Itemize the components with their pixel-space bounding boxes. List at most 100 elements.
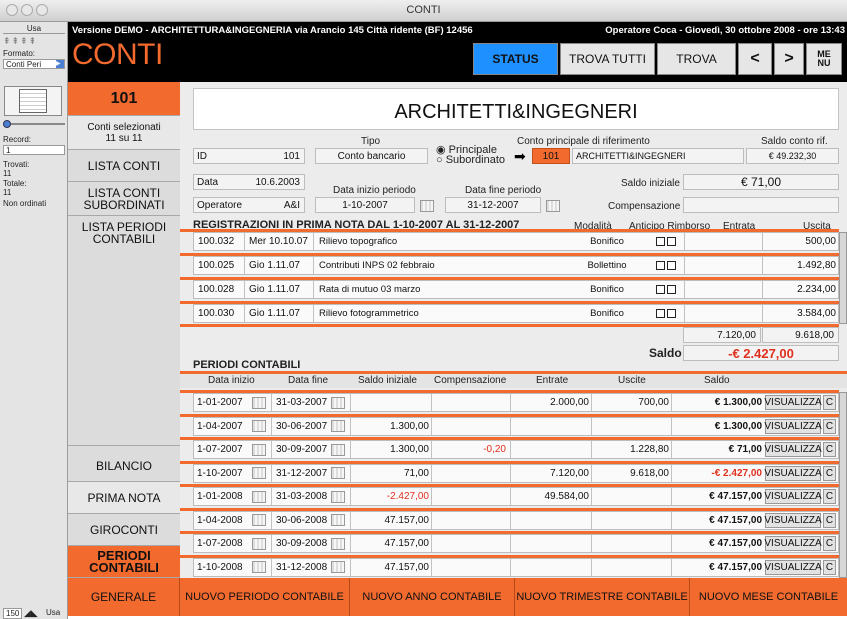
anticipo-checkbox[interactable] (656, 285, 665, 294)
nuovo-anno-button[interactable]: NUOVO ANNO CONTABILE (350, 578, 515, 616)
c-button[interactable]: C (823, 489, 836, 504)
periodo-row[interactable]: 1-04-2008 30-06-2008 47.157,00 € 47.157,00 V… (193, 510, 839, 530)
go-to-account-arrow-icon[interactable]: ➡ (514, 148, 532, 164)
visualizza-button[interactable]: VISUALIZZA (764, 489, 822, 504)
periodo-end[interactable]: 31-03-2008 (276, 488, 332, 505)
calendar-icon[interactable] (252, 420, 266, 432)
radio-subordinato[interactable]: ○ Subordinato (436, 154, 505, 166)
periodo-start[interactable]: 1-04-2008 (197, 512, 253, 529)
lista-periodi-button[interactable]: LISTA PERIODI CONTABILI (68, 216, 180, 446)
visualizza-button[interactable]: VISUALIZZA (764, 559, 822, 575)
periodi-contabili-button[interactable]: PERIODI CONTABILI (68, 546, 180, 578)
calendar-icon[interactable] (252, 537, 266, 550)
nuovo-periodo-button[interactable]: NUOVO PERIODO CONTABILE (180, 578, 350, 616)
periodo-start[interactable]: 1-07-2008 (197, 535, 253, 552)
visualizza-button[interactable]: VISUALIZZA (764, 395, 822, 410)
layout-tools-icon[interactable]: ⇞⇞⇞⇞ (3, 36, 37, 47)
calendar-icon[interactable] (331, 396, 345, 409)
operatore-field[interactable]: Operatore A&I (193, 197, 305, 213)
registrazione-row[interactable]: 100.032 Mer 10.10.07 Rilievo topografico Bo… (193, 232, 839, 251)
calendar-icon[interactable] (252, 396, 266, 409)
bilancio-button[interactable]: BILANCIO (68, 446, 180, 482)
record-slider[interactable] (3, 120, 65, 128)
periodo-end[interactable]: 30-09-2007 (276, 441, 332, 458)
calendar-icon[interactable] (331, 514, 345, 526)
periodo-row[interactable]: 1-07-2007 30-09-2007 1.300,00 -0,20 1.228,80… (193, 440, 839, 459)
mode-popup[interactable]: Usa (46, 608, 60, 617)
calendar-icon[interactable] (252, 490, 266, 503)
compensazione-field[interactable] (683, 197, 839, 213)
c-button[interactable]: C (823, 536, 836, 551)
rimborso-checkbox[interactable] (667, 237, 676, 246)
lista-subordinati-button[interactable]: LISTA CONTI SUBORDINATI (68, 182, 180, 216)
periodo-row[interactable]: 1-10-2007 31-12-2007 71,00 7.120,00 9.618,00… (193, 463, 839, 483)
visualizza-button[interactable]: VISUALIZZA (764, 418, 822, 434)
periodo-end[interactable]: 30-09-2008 (276, 535, 332, 552)
reg-checkboxes[interactable] (656, 305, 684, 322)
menu-button[interactable]: ME NU (806, 43, 842, 75)
id-field[interactable]: ID 101 (193, 148, 305, 164)
calendar-icon[interactable] (420, 200, 434, 212)
visualizza-button[interactable]: VISUALIZZA (764, 442, 822, 457)
tipo-field[interactable]: Conto bancario (315, 148, 428, 164)
status-button[interactable]: STATUS (473, 43, 558, 75)
calendar-icon[interactable] (252, 514, 266, 526)
calendar-icon[interactable] (331, 420, 345, 432)
periodo-start[interactable]: 1-04-2007 (197, 418, 253, 435)
periodi-scrollbar[interactable] (839, 392, 847, 578)
inizio-periodo-field[interactable]: 1-10-2007 (315, 197, 415, 213)
periodo-end[interactable]: 31-03-2007 (276, 394, 332, 411)
calendar-icon[interactable] (331, 443, 345, 456)
periodo-row[interactable]: 1-04-2007 30-06-2007 1.300,00 € 1.300,00 VIS… (193, 416, 839, 436)
periodo-row[interactable]: 1-07-2008 30-09-2008 47.157,00 € 47.157,00 V… (193, 534, 839, 553)
periodo-end[interactable]: 30-06-2008 (276, 512, 332, 529)
giroconti-button[interactable]: GIROCONTI (68, 514, 180, 546)
c-button[interactable]: C (823, 559, 836, 575)
previous-record-button[interactable]: < (738, 43, 772, 75)
next-record-button[interactable]: > (774, 43, 804, 75)
rimborso-checkbox[interactable] (667, 285, 676, 294)
visualizza-button[interactable]: VISUALIZZA (764, 536, 822, 551)
c-button[interactable]: C (823, 418, 836, 434)
formato-select[interactable]: Conti Peri ▶ (3, 59, 65, 69)
periodo-start[interactable]: 1-01-2007 (197, 394, 253, 411)
anticipo-checkbox[interactable] (656, 261, 665, 270)
calendar-icon[interactable] (546, 200, 560, 212)
registrazione-row[interactable]: 100.028 Gio 1.11.07 Rata di mutuo 03 marzo… (193, 280, 839, 299)
fine-periodo-field[interactable]: 31-12-2007 (445, 197, 541, 213)
rimborso-checkbox[interactable] (667, 261, 676, 270)
visualizza-button[interactable]: VISUALIZZA (764, 465, 822, 481)
c-button[interactable]: C (823, 465, 836, 481)
zoom-icon[interactable]: ◢◣ (24, 608, 38, 619)
periodo-start[interactable]: 1-10-2008 (197, 559, 253, 576)
calendar-icon[interactable] (252, 443, 266, 456)
periodo-row[interactable]: 1-10-2008 31-12-2008 47.157,00 € 47.157,00 V… (193, 557, 839, 577)
lista-conti-button[interactable]: LISTA CONTI (68, 150, 180, 182)
calendar-icon[interactable] (331, 490, 345, 503)
calendar-icon[interactable] (331, 561, 345, 573)
registrazione-row[interactable]: 100.025 Gio 1.11.07 Contributi INPS 02 feb… (193, 256, 839, 275)
periodo-row[interactable]: 1-01-2008 31-03-2008 -2.427,00 49.584,00 € 4… (193, 487, 839, 506)
reg-checkboxes[interactable] (656, 281, 684, 298)
periodo-start[interactable]: 1-07-2007 (197, 441, 253, 458)
conto-rif-number[interactable]: 101 (532, 148, 570, 164)
nuovo-trimestre-button[interactable]: NUOVO TRIMESTRE CONTABILE (515, 578, 690, 616)
prima-nota-button[interactable]: PRIMA NOTA (68, 482, 180, 514)
periodo-start[interactable]: 1-01-2008 (197, 488, 253, 505)
periodo-end[interactable]: 31-12-2008 (276, 559, 332, 576)
periodo-row[interactable]: 1-01-2007 31-03-2007 2.000,00 700,00 € 1.300… (193, 393, 839, 412)
calendar-icon[interactable] (252, 467, 266, 479)
visualizza-button[interactable]: VISUALIZZA (764, 512, 822, 528)
nuovo-mese-button[interactable]: NUOVO MESE CONTABILE (690, 578, 847, 616)
data-field[interactable]: Data 10.6.2003 (193, 174, 305, 190)
calendar-icon[interactable] (331, 467, 345, 479)
calendar-icon[interactable] (331, 537, 345, 550)
trova-tutti-button[interactable]: TROVA TUTTI (560, 43, 655, 75)
generale-button[interactable]: GENERALE (68, 578, 180, 616)
reg-checkboxes[interactable] (656, 233, 684, 250)
c-button[interactable]: C (823, 395, 836, 410)
c-button[interactable]: C (823, 442, 836, 457)
periodo-start[interactable]: 1-10-2007 (197, 465, 253, 482)
c-button[interactable]: C (823, 512, 836, 528)
registrazioni-scrollbar[interactable] (839, 232, 847, 324)
